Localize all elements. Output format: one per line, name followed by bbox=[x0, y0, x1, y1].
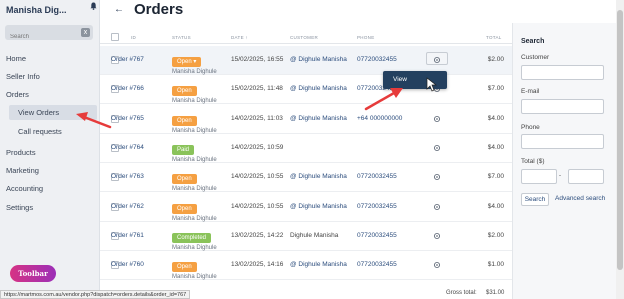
annotation-arrow-view-orders bbox=[76, 112, 112, 129]
annotation-overlay bbox=[76, 77, 438, 129]
annotation-arrow-view-menu bbox=[364, 88, 403, 111]
mouse-cursor-icon bbox=[426, 77, 438, 92]
